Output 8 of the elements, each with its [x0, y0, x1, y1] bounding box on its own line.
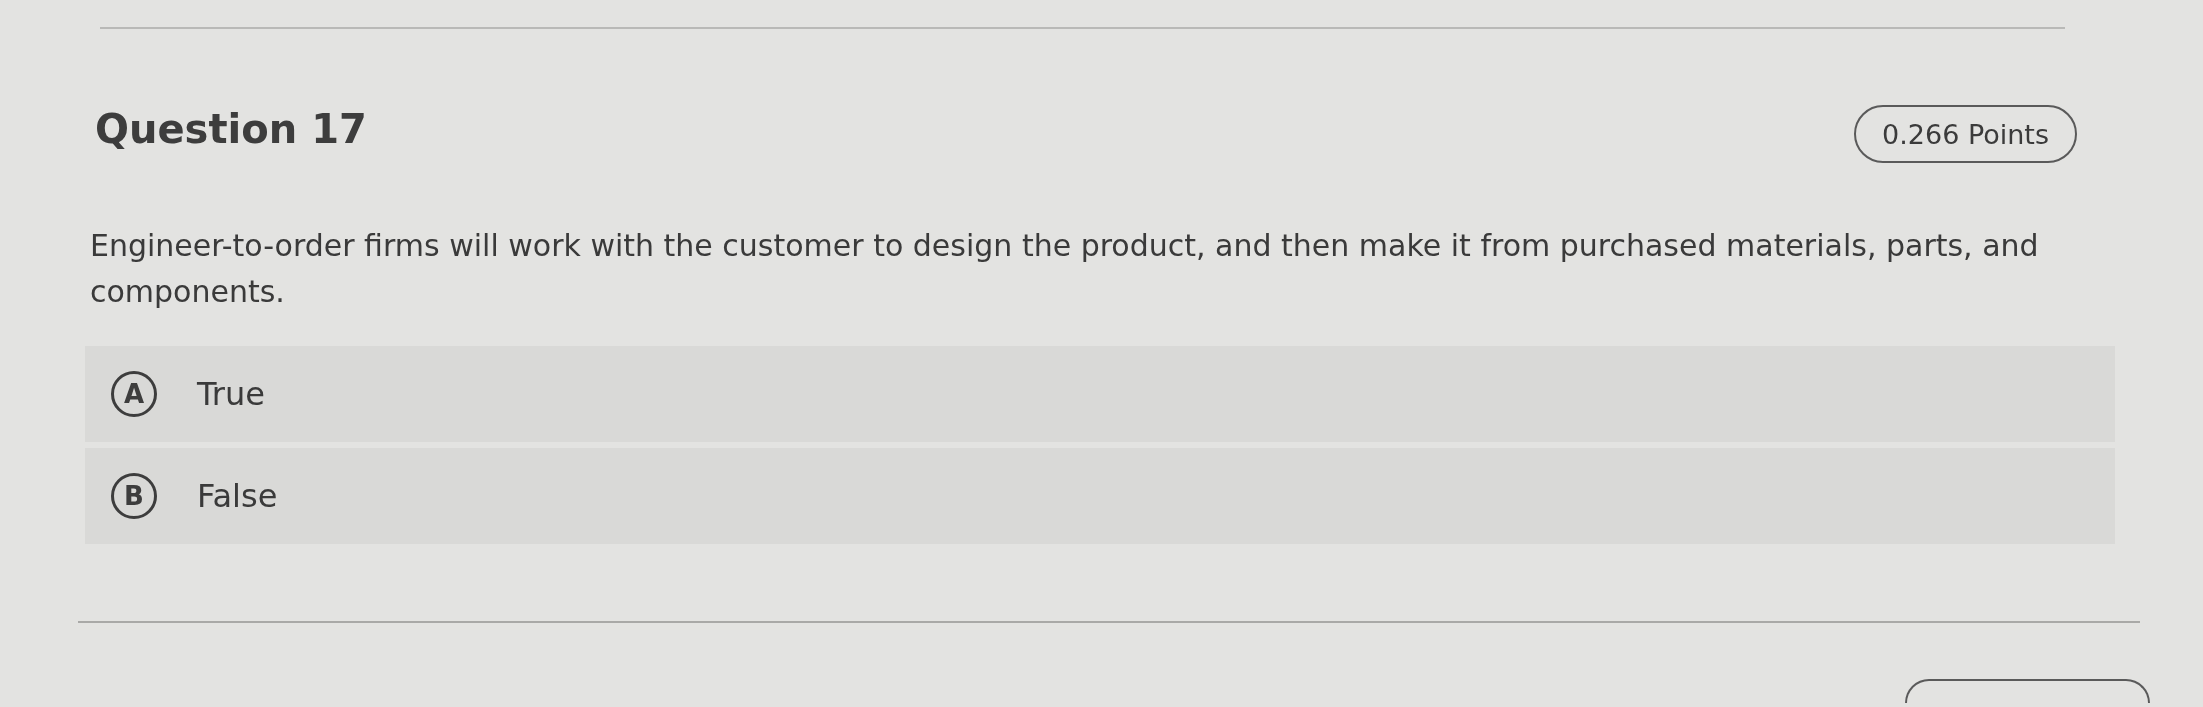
button-outline[interactable] — [1905, 679, 2150, 703]
question-text: Engineer-to-order firms will work with the customer to design the product, and then make it from purchased materials, parts, and components. — [90, 227, 2040, 311]
points-pill: 0.266 Points — [1854, 105, 2077, 163]
answer-option[interactable]: B False — [85, 448, 2115, 544]
option-letter-circle: B — [111, 473, 157, 519]
option-letter-circle: A — [111, 371, 157, 417]
question-title: Question 17 — [95, 105, 367, 153]
answer-option[interactable]: A True — [85, 346, 2115, 442]
